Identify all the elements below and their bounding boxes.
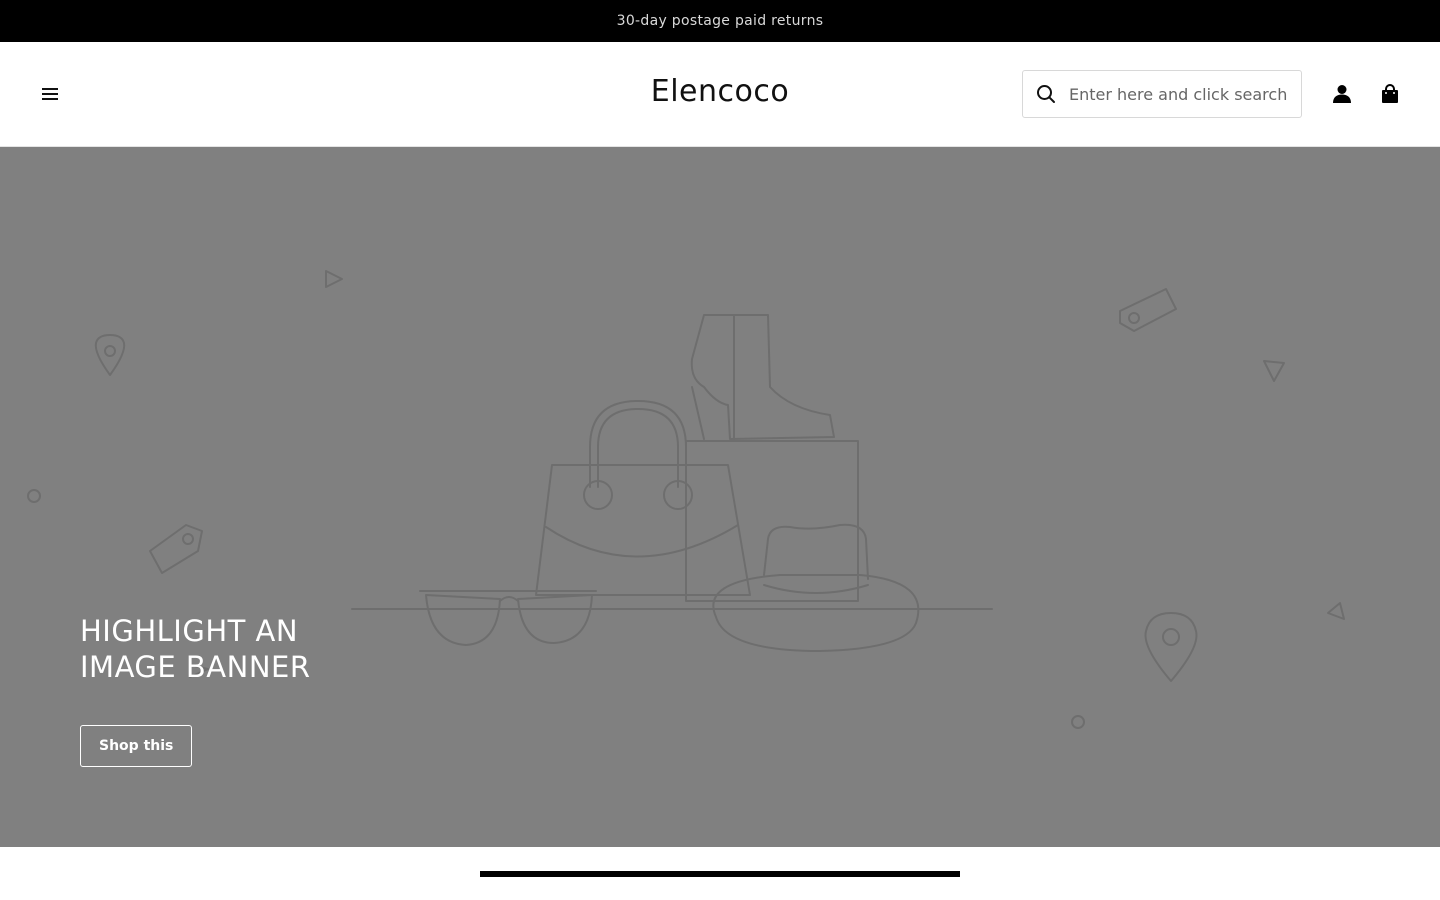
search-icon	[1037, 85, 1055, 103]
hero-banner: HIGHLIGHT AN IMAGE BANNER Shop this	[0, 147, 1440, 847]
shopping-items-illustration	[27, 270, 1345, 729]
search-button[interactable]	[1023, 71, 1069, 117]
hamburger-icon	[42, 88, 58, 100]
search-box	[1022, 70, 1302, 118]
search-input[interactable]	[1069, 84, 1299, 104]
site-logo[interactable]: Elencoco	[620, 74, 820, 109]
announcement-text: 30-day postage paid returns	[616, 13, 824, 29]
site-header: Elencoco	[0, 42, 1440, 147]
user-icon	[1333, 85, 1351, 103]
scroll-indicator	[480, 871, 960, 877]
announcement-bar: 30-day postage paid returns	[0, 0, 1440, 42]
cart-button[interactable]	[1376, 80, 1404, 108]
menu-button[interactable]	[36, 80, 64, 108]
account-button[interactable]	[1328, 80, 1356, 108]
shopping-bag-icon	[1382, 84, 1398, 103]
hero-title: HIGHLIGHT AN IMAGE BANNER	[80, 614, 311, 684]
shop-this-button[interactable]: Shop this	[80, 725, 193, 767]
